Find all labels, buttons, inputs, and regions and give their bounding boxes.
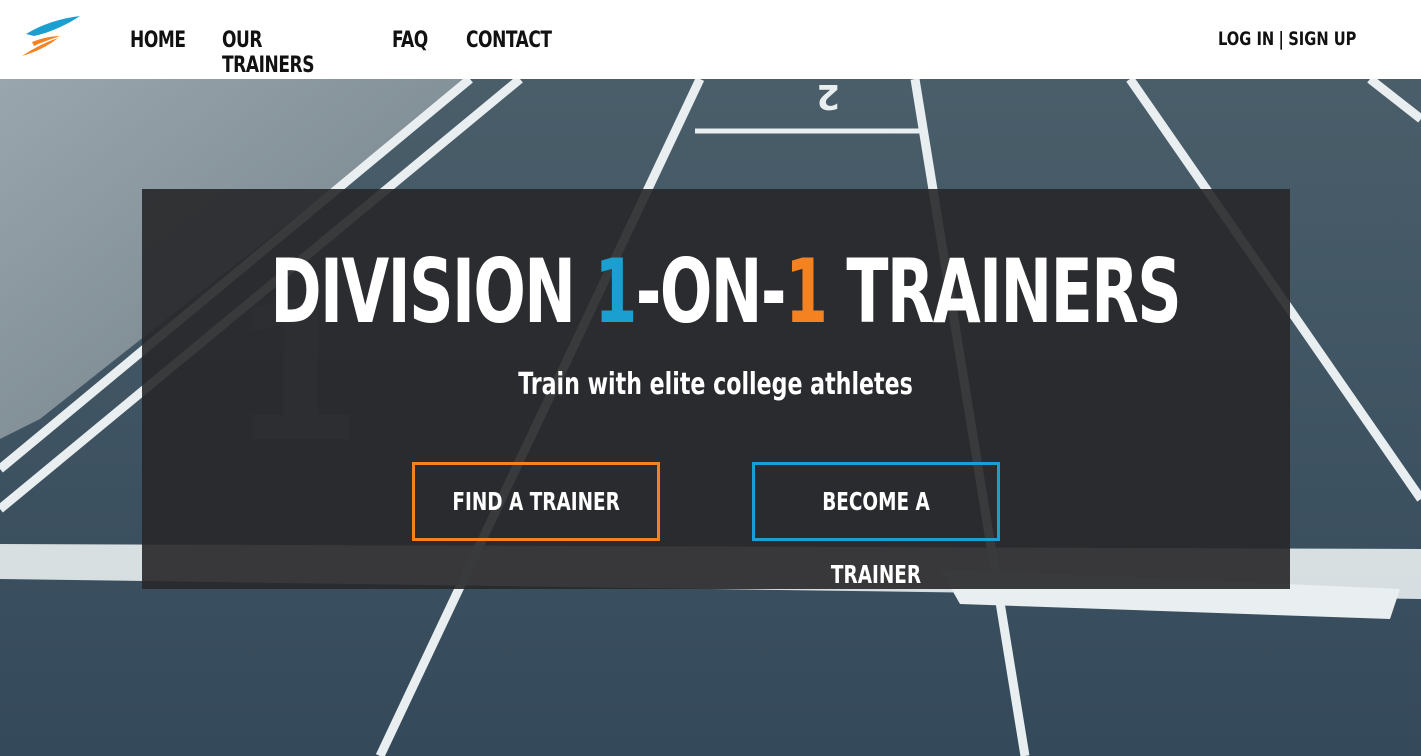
auth-links: LOG IN | SIGN UP (1218, 28, 1356, 50)
login-link[interactable]: LOG IN (1218, 28, 1274, 50)
hero-subtitle: Train with elite college athletes (518, 367, 914, 402)
svg-text:2: 2 (816, 79, 840, 116)
main-nav: HOME OUR TRAINERS FAQ CONTACT (130, 28, 606, 78)
auth-separator: | (1278, 28, 1284, 50)
headline-mid: -ON- (635, 240, 787, 343)
nav-home[interactable]: HOME (130, 28, 186, 78)
top-navbar: HOME OUR TRAINERS FAQ CONTACT LOG IN | S… (0, 0, 1421, 79)
headline-part1: DIVISION (270, 240, 595, 343)
headline-one-orange: 1 (784, 240, 828, 343)
hero-panel: DIVISION 1-ON-1 TRAINERS Train with elit… (142, 189, 1290, 589)
nav-our-trainers[interactable]: OUR TRAINERS (222, 28, 334, 78)
nav-faq[interactable]: FAQ (392, 28, 428, 78)
signup-link[interactable]: SIGN UP (1288, 28, 1356, 50)
headline-one-blue: 1 (594, 240, 637, 343)
nav-contact[interactable]: CONTACT (466, 28, 552, 78)
logo-icon[interactable] (20, 12, 82, 60)
find-trainer-button[interactable]: FIND A TRAINER (412, 462, 660, 541)
hero-section: 2 1 DIVISION 1-ON-1 TRAINERS Train with … (0, 79, 1421, 756)
hero-headline: DIVISION 1-ON-1 TRAINERS (142, 247, 1290, 337)
headline-part2: TRAINERS (826, 240, 1181, 343)
become-trainer-button[interactable]: BECOME A TRAINER (752, 462, 1000, 589)
